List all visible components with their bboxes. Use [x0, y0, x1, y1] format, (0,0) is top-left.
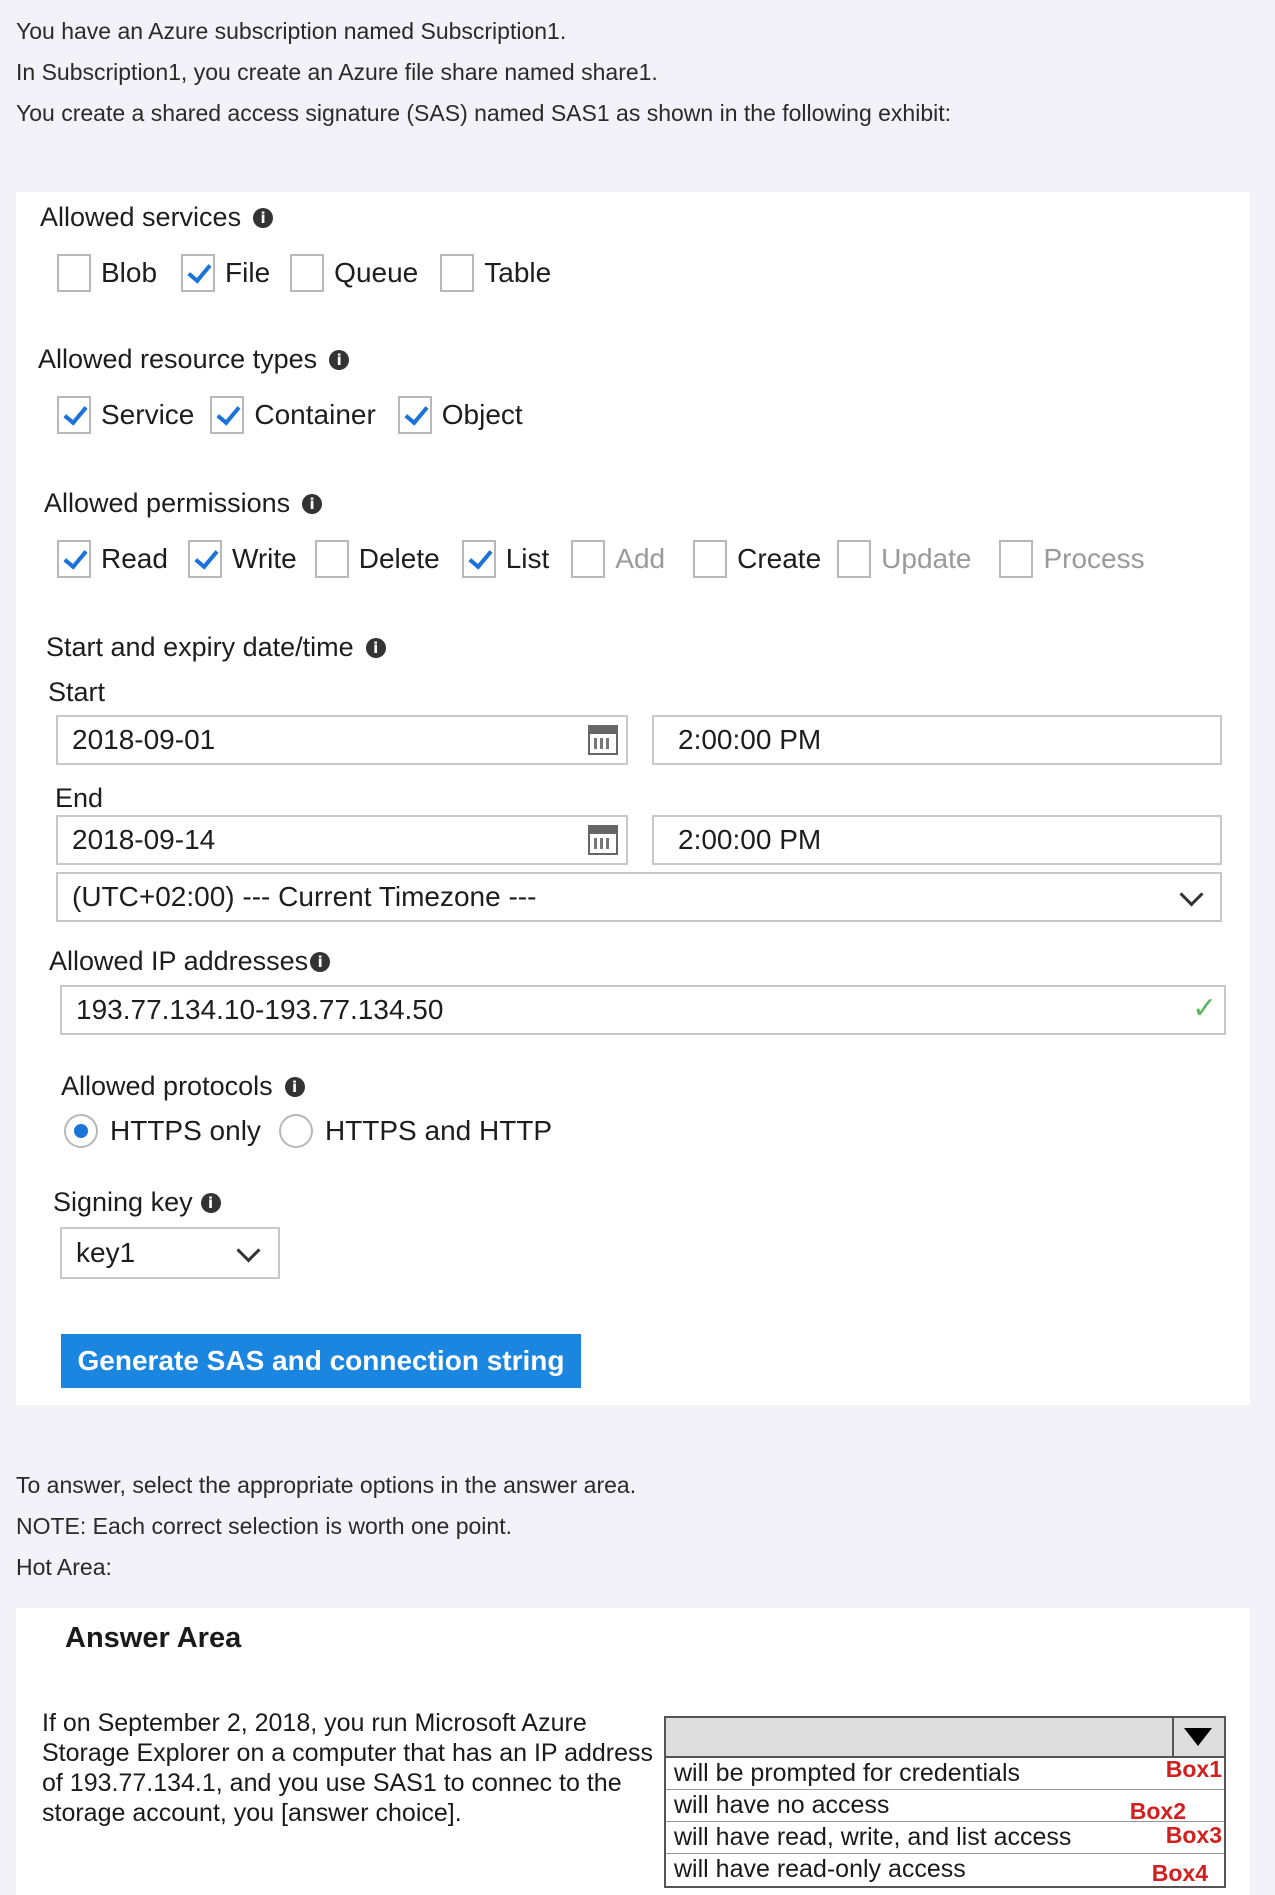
allowed-resource-types-heading: Allowed resource types i — [38, 344, 350, 375]
checkbox-service[interactable]: Service — [57, 396, 194, 434]
info-icon: i — [365, 637, 386, 658]
answer-option[interactable]: will have read-only access Box4 — [666, 1854, 1224, 1886]
dropdown-arrow-icon[interactable] — [1184, 1728, 1212, 1746]
timezone-select[interactable]: (UTC+02:00) --- Current Timezone --- — [56, 872, 1222, 922]
start-label: Start — [48, 677, 106, 707]
ip-address-value: 193.77.134.10-193.77.134.50 — [76, 994, 444, 1025]
allowed-permissions-label: Allowed permissions — [44, 488, 291, 518]
checkbox-queue[interactable]: Queue — [290, 254, 418, 292]
signing-key-value: key1 — [76, 1237, 136, 1268]
generate-sas-button[interactable]: Generate SAS and connection string — [61, 1334, 581, 1388]
instruction-line-2: NOTE: Each correct selection is worth on… — [16, 1513, 512, 1539]
date-time-label: Start and expiry date/time — [46, 632, 354, 662]
signing-key-label: Signing key — [53, 1187, 193, 1217]
end-date-value: 2018-09-14 — [72, 824, 216, 855]
end-time-value: 2:00:00 PM — [678, 824, 822, 855]
allowed-protocols-label: Allowed protocols — [61, 1071, 273, 1101]
info-icon: i — [310, 951, 331, 972]
checkbox-file[interactable]: File — [181, 254, 270, 292]
end-label: End — [55, 783, 104, 813]
checkbox-read[interactable]: Read — [57, 540, 168, 578]
allowed-resource-types-label: Allowed resource types — [38, 344, 318, 374]
checkbox-object[interactable]: Object — [397, 396, 523, 434]
answer-option[interactable]: will have no access Box2 — [666, 1790, 1224, 1824]
intro-line-3: You create a shared access signature (SA… — [16, 100, 952, 126]
valid-check-icon: ✓ — [1192, 991, 1218, 1026]
answer-option[interactable]: will be prompted for credentials Box1 — [666, 1756, 1224, 1790]
intro-line-1: You have an Azure subscription named Sub… — [16, 18, 567, 44]
answer-choice-dropdown[interactable]: will be prompted for credentials Box1 wi… — [664, 1716, 1226, 1888]
info-icon: i — [284, 1076, 305, 1097]
allowed-permissions-heading: Allowed permissions i — [44, 488, 323, 519]
instruction-line-3: Hot Area: — [16, 1554, 112, 1580]
allowed-resource-types-row: Service Container Object — [57, 396, 523, 434]
box-tag: Box3 — [1165, 1822, 1222, 1848]
checkbox-update[interactable]: Update — [837, 540, 971, 578]
end-time-input[interactable]: 2:00:00 PM — [652, 815, 1222, 865]
end-date-input[interactable]: 2018-09-14 — [56, 815, 628, 865]
allowed-services-label: Allowed services — [40, 202, 242, 232]
timezone-value: (UTC+02:00) --- Current Timezone --- — [72, 881, 537, 912]
allowed-ip-heading: Allowed IP addresses i — [49, 946, 331, 977]
checkbox-container[interactable]: Container — [210, 396, 376, 434]
info-icon: i — [253, 207, 274, 228]
instruction-line-1: To answer, select the appropriate option… — [16, 1472, 637, 1498]
checkbox-create[interactable]: Create — [693, 540, 821, 578]
box-tag: Box1 — [1165, 1756, 1222, 1782]
allowed-services-row: Blob File Queue Table — [57, 254, 551, 292]
answer-question: If on September 2, 2018, you run Microso… — [42, 1709, 654, 1827]
dropdown-header[interactable] — [666, 1718, 1224, 1758]
info-icon: i — [200, 1192, 221, 1213]
checkbox-add[interactable]: Add — [571, 540, 665, 578]
info-icon: i — [302, 493, 323, 514]
info-icon: i — [329, 349, 350, 370]
checkbox-write[interactable]: Write — [187, 540, 297, 578]
allowed-protocols-heading: Allowed protocols i — [61, 1071, 305, 1102]
radio-https-only[interactable]: HTTPS only — [64, 1114, 261, 1148]
allowed-permissions-row: Read Write Delete List Add Create Update… — [57, 540, 1145, 578]
answer-area-title: Answer Area — [65, 1622, 242, 1654]
checkbox-process[interactable]: Process — [999, 540, 1145, 578]
start-time-input[interactable]: 2:00:00 PM — [652, 715, 1222, 765]
start-date-value: 2018-09-01 — [72, 724, 216, 755]
ip-address-input[interactable]: 193.77.134.10-193.77.134.50 — [60, 985, 1226, 1035]
intro-line-2: In Subscription1, you create an Azure fi… — [16, 59, 658, 85]
checkbox-list[interactable]: List — [461, 540, 549, 578]
allowed-ip-label: Allowed IP addresses — [49, 946, 309, 976]
allowed-services-heading: Allowed services i — [40, 202, 274, 233]
checkbox-delete[interactable]: Delete — [314, 540, 440, 578]
checkbox-blob[interactable]: Blob — [57, 254, 157, 292]
date-time-heading: Start and expiry date/time i — [46, 632, 386, 663]
calendar-icon[interactable] — [588, 825, 618, 855]
answer-option[interactable]: will have read, write, and list access B… — [666, 1822, 1224, 1854]
start-time-value: 2:00:00 PM — [678, 724, 822, 755]
radio-https-and-http[interactable]: HTTPS and HTTP — [278, 1114, 552, 1148]
protocols-row: HTTPS only HTTPS and HTTP — [64, 1114, 552, 1148]
checkbox-table[interactable]: Table — [440, 254, 551, 292]
start-date-input[interactable]: 2018-09-01 — [56, 715, 628, 765]
box-tag: Box4 — [1151, 1860, 1208, 1886]
calendar-icon[interactable] — [588, 725, 618, 755]
signing-key-heading: Signing key i — [53, 1187, 221, 1218]
